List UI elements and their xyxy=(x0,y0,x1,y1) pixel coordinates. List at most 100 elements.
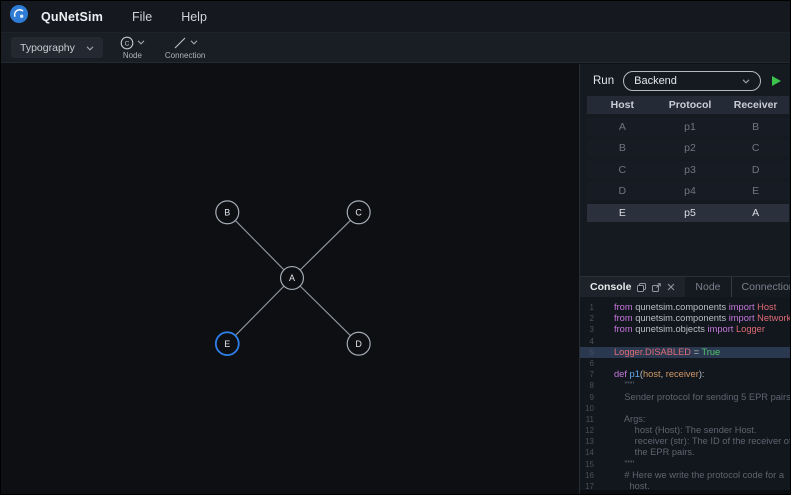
graph-node-C[interactable]: C xyxy=(347,201,370,224)
popout-button[interactable] xyxy=(652,283,661,292)
code-line: 9 Sender protocol for sending 5 EPR pair… xyxy=(580,392,790,403)
line-number: 6 xyxy=(580,358,594,369)
table-row-host-A[interactable]: Ap1B xyxy=(587,118,789,136)
tab-node[interactable]: Node xyxy=(685,277,730,297)
table-row-host-C[interactable]: Cp3D xyxy=(587,161,789,179)
host-cell: A xyxy=(587,121,658,133)
code-line: 4 xyxy=(580,336,790,347)
receiver-cell: D xyxy=(722,164,789,176)
receiver-cell: E xyxy=(722,185,789,197)
code-line: 5 Logger.DISABLED = True xyxy=(580,347,790,358)
run-bar: Run Backend xyxy=(580,64,790,94)
line-number: 1 xyxy=(580,302,594,313)
code-text: receiver (str): The ID of the receiver o… xyxy=(614,436,790,447)
menu-item-file[interactable]: File xyxy=(132,10,152,24)
line-number: 5 xyxy=(580,347,594,358)
line-number: 8 xyxy=(580,380,594,391)
tool-label-connection: Connection xyxy=(165,51,205,60)
code-text: Args: xyxy=(614,414,646,425)
edge-B-A[interactable] xyxy=(227,212,292,278)
table-row-host-B[interactable]: Bp2C xyxy=(587,139,789,157)
protocol-table-header: HostProtocolReceiver xyxy=(587,96,789,114)
protocol-table: HostProtocolReceiver Ap1BBp2CCp3DDp4EEp5… xyxy=(587,96,789,222)
chevron-down-icon xyxy=(742,79,750,84)
popout-icon xyxy=(652,283,661,292)
backend-select-value: Backend xyxy=(634,75,677,87)
code-line: 1 from qunetsim.components import Host xyxy=(580,302,790,313)
graph-node-D[interactable]: D xyxy=(347,332,370,355)
code-line: 8 """ xyxy=(580,380,790,391)
host-cell: D xyxy=(587,185,658,197)
panel-spacer xyxy=(580,222,790,277)
column-header-host: Host xyxy=(587,99,658,111)
code-line: 11 Args: xyxy=(580,414,790,425)
tool-node[interactable]: CNode xyxy=(120,35,145,60)
code-text: from qunetsim.components import Host xyxy=(614,302,776,313)
code-text: def p1(host, receiver): xyxy=(614,369,705,380)
qunetsim-logo-icon xyxy=(10,5,28,28)
code-line: 15 """ xyxy=(580,459,790,470)
graph-node-B[interactable]: B xyxy=(216,201,239,224)
backend-select[interactable]: Backend xyxy=(623,71,761,91)
column-header-protocol: Protocol xyxy=(658,99,723,111)
connection-line-icon xyxy=(173,36,187,50)
qunetsim-app-window: QuNetSim FileHelp Typography CNodeConnec… xyxy=(0,0,791,495)
node-label-A: A xyxy=(289,273,295,283)
menu-item-help[interactable]: Help xyxy=(181,10,207,24)
line-number: 15 xyxy=(580,459,594,470)
graph-node-E[interactable]: E xyxy=(216,332,239,355)
code-text: the EPR pairs. xyxy=(614,447,695,458)
line-number: 11 xyxy=(580,414,594,425)
app-title: QuNetSim xyxy=(41,10,103,24)
toolbar-tools: CNode Connection xyxy=(120,35,205,60)
close-button[interactable] xyxy=(667,283,675,291)
tab-label: Connection xyxy=(742,281,791,293)
copy-icon xyxy=(637,283,646,292)
chevron-down-icon xyxy=(190,40,198,45)
code-line: 3from qunetsim.objects import Logger xyxy=(580,324,790,335)
line-number: 14 xyxy=(580,447,594,458)
edge-C-A[interactable] xyxy=(292,212,359,278)
host-cell: C xyxy=(587,164,658,176)
chevron-down-icon xyxy=(86,46,94,51)
graph-node-A[interactable]: A xyxy=(281,267,304,290)
node-label-B: B xyxy=(224,207,230,217)
chevron-down-icon xyxy=(137,40,145,45)
protocol-cell: p2 xyxy=(658,142,723,154)
host-cell: E xyxy=(587,207,658,219)
edge-A-E[interactable] xyxy=(227,278,292,344)
node-label-C: C xyxy=(355,207,362,217)
code-line: 2 from qunetsim.components import Network xyxy=(580,313,790,324)
line-number: 2 xyxy=(580,313,594,324)
code-line: 14 the EPR pairs. xyxy=(580,447,790,458)
typography-label: Typography xyxy=(20,42,75,54)
console-tab-bar: ConsoleNode Connection xyxy=(580,277,790,297)
code-line: 10 xyxy=(580,403,790,414)
receiver-cell: C xyxy=(722,142,789,154)
protocol-cell: p3 xyxy=(658,164,723,176)
run-label: Run xyxy=(593,75,614,87)
close-icon xyxy=(667,283,675,291)
chevron-down-icon xyxy=(742,75,750,87)
code-editor[interactable]: 1 from qunetsim.components import Host 2 fr… xyxy=(580,297,790,494)
node-label-D: D xyxy=(355,339,362,349)
receiver-cell: B xyxy=(722,121,789,133)
console-panel: ConsoleNode Connection 1 from qunetsim.com… xyxy=(580,276,790,494)
table-row-host-E[interactable]: Ep5A xyxy=(587,204,789,222)
typography-dropdown-button[interactable]: Typography xyxy=(11,37,103,58)
network-canvas[interactable]: A B C D E xyxy=(1,64,579,494)
code-line: 6 xyxy=(580,358,790,369)
run-play-button[interactable] xyxy=(772,76,781,86)
table-row-host-D[interactable]: Dp4E xyxy=(587,182,789,200)
code-text: Logger.DISABLED = True xyxy=(614,347,720,358)
code-line: 7def p1(host, receiver): xyxy=(580,369,790,380)
svg-text:C: C xyxy=(124,40,129,47)
code-text: from qunetsim.components import Network xyxy=(614,313,790,324)
code-scrollbar-track[interactable] xyxy=(580,490,790,494)
tab-connection[interactable]: Connection xyxy=(731,277,791,297)
network-graph: A B C D E xyxy=(1,64,579,494)
tab-console[interactable]: Console xyxy=(580,277,685,297)
copy-button[interactable] xyxy=(637,283,646,292)
tool-connection[interactable]: Connection xyxy=(165,35,205,60)
edge-A-D[interactable] xyxy=(292,278,359,344)
